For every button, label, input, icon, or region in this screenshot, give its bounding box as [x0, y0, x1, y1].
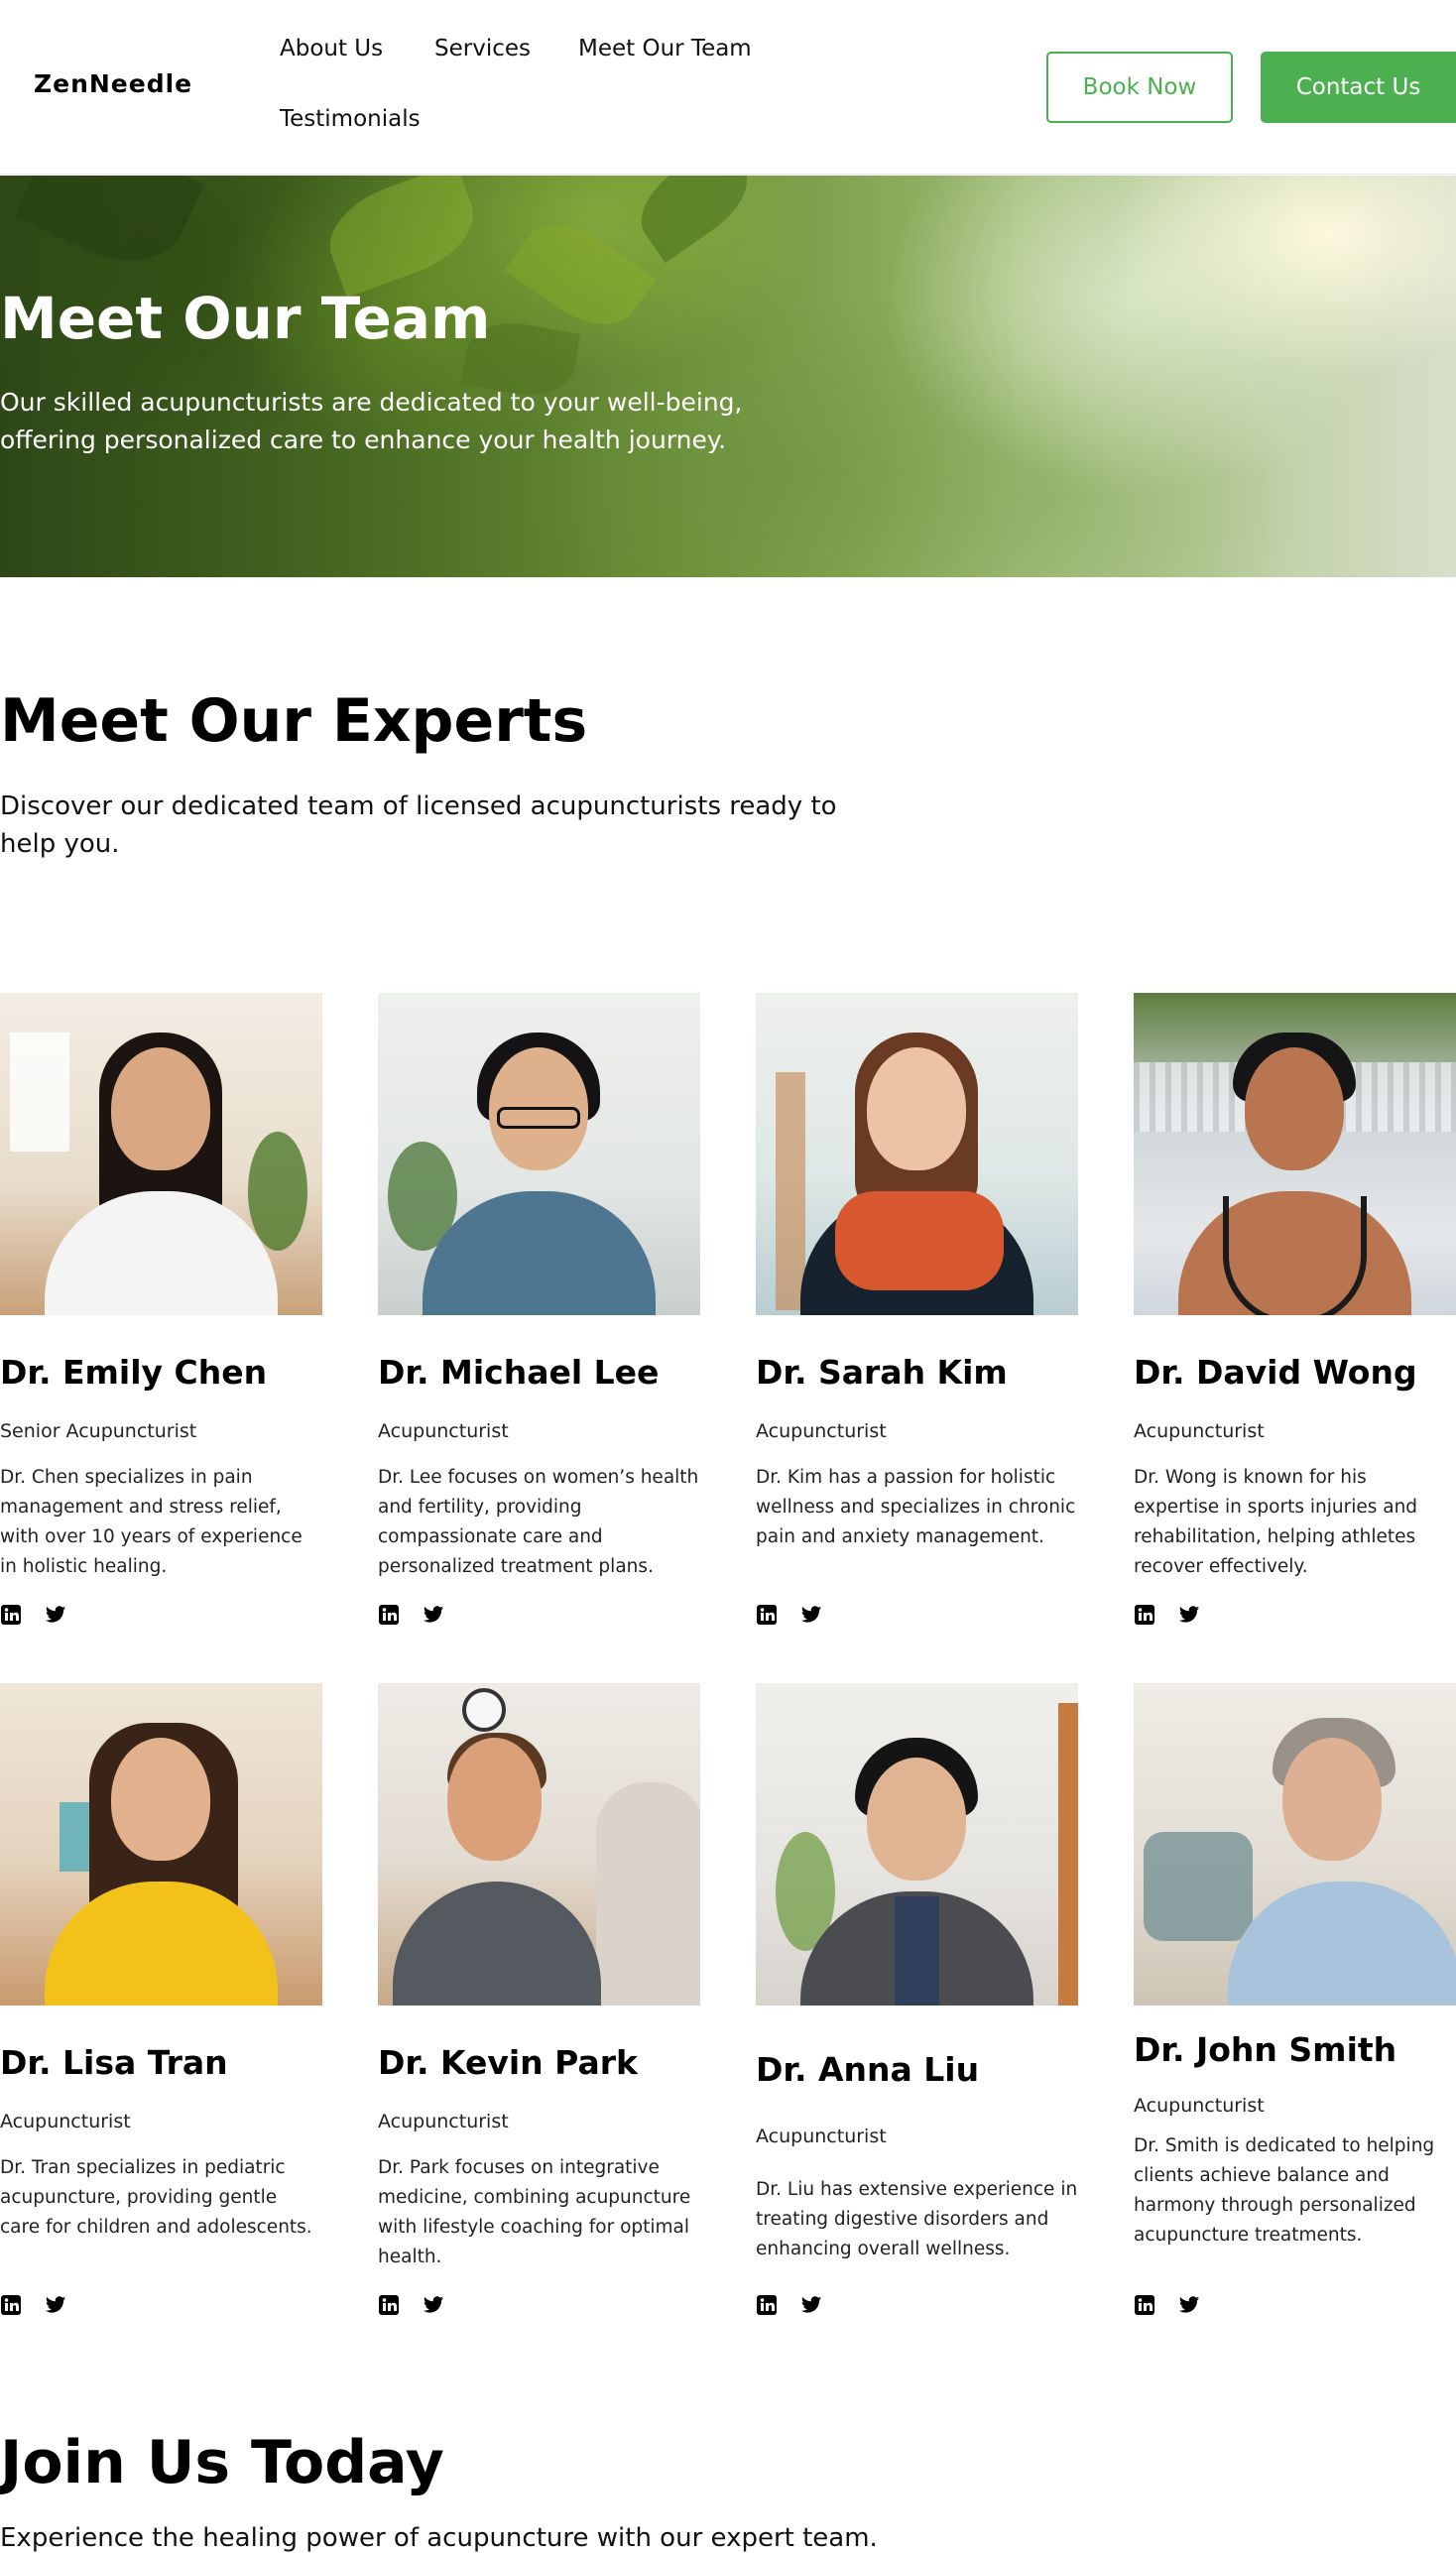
social-links	[756, 2294, 835, 2316]
linkedin-icon[interactable]	[0, 2294, 22, 2316]
team-member-bio: Dr. Tran specializes in pediatric acupun…	[0, 2157, 312, 2238]
team-member-role: Acupuncturist	[1134, 1420, 1265, 1442]
hero-subtitle: Our skilled acupuncturists are dedicated…	[0, 388, 743, 454]
linkedin-icon[interactable]	[0, 1604, 22, 1626]
team-member-name: Dr. Sarah Kim	[756, 1353, 1008, 1392]
team-member-name: Dr. Emily Chen	[0, 1353, 268, 1392]
hero-title: Meet Our Team	[0, 285, 491, 352]
hero-banner: Meet Our Team Our skilled acupuncturists…	[0, 176, 1456, 577]
linkedin-icon[interactable]	[756, 2294, 778, 2316]
team-member-role: Acupuncturist	[1134, 2095, 1265, 2117]
plant-decoration	[248, 1132, 307, 1251]
face-shape	[867, 1047, 966, 1170]
coat-shape	[45, 1191, 278, 1315]
team-photo	[378, 993, 700, 1315]
social-links	[378, 2294, 457, 2316]
twitter-icon[interactable]	[1178, 1604, 1200, 1626]
shirt-shape	[423, 1191, 656, 1315]
team-member-name: Dr. Kevin Park	[378, 2043, 638, 2082]
nav-services[interactable]: Services	[434, 36, 531, 61]
face-shape	[111, 1738, 210, 1861]
nav-about-us[interactable]: About Us	[280, 36, 383, 61]
linkedin-icon[interactable]	[378, 2294, 400, 2316]
door-frame-decoration	[1058, 1703, 1078, 2006]
site-header: ZenNeedle About Us Services Meet Our Tea…	[0, 0, 1456, 175]
social-links	[0, 1604, 79, 1626]
scarf-shape	[835, 1191, 1004, 1290]
team-member-role: Acupuncturist	[378, 2111, 509, 2132]
team-member-bio: Dr. Liu has extensive experience in trea…	[756, 2179, 1078, 2259]
social-links	[1134, 2294, 1213, 2316]
twitter-icon[interactable]	[1178, 2294, 1200, 2316]
tank-top-shape	[1223, 1196, 1367, 1315]
team-photo	[1134, 1683, 1456, 2006]
face-shape	[111, 1047, 210, 1170]
team-member-bio: Dr. Chen specializes in pain management …	[0, 1467, 303, 1577]
team-member-role: Acupuncturist	[756, 2126, 887, 2147]
shirt-shape	[1228, 1882, 1456, 2006]
team-member-name: Dr. David Wong	[1134, 1353, 1417, 1392]
team-photo	[1134, 993, 1456, 1315]
team-photo	[756, 993, 1078, 1315]
team-photo	[0, 993, 322, 1315]
team-member-name: Dr. Lisa Tran	[0, 2043, 228, 2082]
face-shape	[1282, 1738, 1382, 1861]
linkedin-icon[interactable]	[1134, 1604, 1155, 1626]
team-photo	[0, 1683, 322, 2006]
contact-us-button[interactable]: Contact Us	[1261, 52, 1456, 123]
team-member-role: Acupuncturist	[378, 1420, 509, 1442]
twitter-icon[interactable]	[800, 2294, 822, 2316]
client-shape	[596, 1782, 700, 2006]
experts-title: Meet Our Experts	[0, 686, 588, 756]
team-member-bio: Dr. Lee focuses on women’s health and fe…	[378, 1467, 699, 1577]
join-title: Join Us Today	[0, 2428, 444, 2497]
twitter-icon[interactable]	[800, 1604, 822, 1626]
face-shape	[1245, 1047, 1344, 1170]
blouse-shape	[45, 1882, 278, 2006]
hero-overlay	[0, 176, 1456, 577]
team-member-name: Dr. Anna Liu	[756, 2050, 980, 2089]
team-photo	[378, 1683, 700, 2006]
clock-decoration	[462, 1688, 506, 1732]
experts-subtitle: Discover our dedicated team of licensed …	[0, 791, 837, 859]
social-links	[0, 2294, 79, 2316]
team-photo	[756, 1683, 1078, 2006]
face-shape	[447, 1738, 542, 1861]
nav-meet-our-team[interactable]: Meet Our Team	[578, 36, 752, 61]
twitter-icon[interactable]	[423, 2294, 444, 2316]
face-shape	[867, 1758, 966, 1881]
linkedin-icon[interactable]	[378, 1604, 400, 1626]
linkedin-icon[interactable]	[1134, 2294, 1155, 2316]
treatment-chair-decoration	[1144, 1832, 1253, 1941]
glasses-shape	[497, 1107, 580, 1129]
team-member-role: Senior Acupuncturist	[0, 1420, 197, 1442]
team-member-bio: Dr. Wong is known for his expertise in s…	[1134, 1467, 1418, 1577]
team-member-bio: Dr. Smith is dedicated to helping client…	[1134, 2135, 1435, 2246]
join-subtitle: Experience the healing power of acupunct…	[0, 2523, 878, 2553]
twitter-icon[interactable]	[45, 1604, 66, 1626]
social-links	[378, 1604, 457, 1626]
team-member-bio: Dr. Kim has a passion for holistic welln…	[756, 1467, 1076, 1547]
team-member-name: Dr. John Smith	[1134, 2030, 1397, 2069]
door-decoration	[776, 1072, 805, 1310]
social-links	[1134, 1604, 1213, 1626]
logo[interactable]: ZenNeedle	[34, 69, 192, 98]
twitter-icon[interactable]	[423, 1604, 444, 1626]
jacket-shape	[393, 1882, 601, 2006]
twitter-icon[interactable]	[45, 2294, 66, 2316]
nav-testimonials[interactable]: Testimonials	[280, 106, 421, 132]
linkedin-icon[interactable]	[756, 1604, 778, 1626]
team-member-role: Acupuncturist	[0, 2111, 131, 2132]
social-links	[756, 1604, 835, 1626]
window-decoration	[10, 1033, 69, 1152]
book-now-button[interactable]: Book Now	[1046, 52, 1233, 123]
team-member-bio: Dr. Park focuses on integrative medicine…	[378, 2157, 691, 2267]
team-member-role: Acupuncturist	[756, 1420, 887, 1442]
team-member-name: Dr. Michael Lee	[378, 1353, 660, 1392]
blouse-shape	[895, 1896, 939, 2006]
